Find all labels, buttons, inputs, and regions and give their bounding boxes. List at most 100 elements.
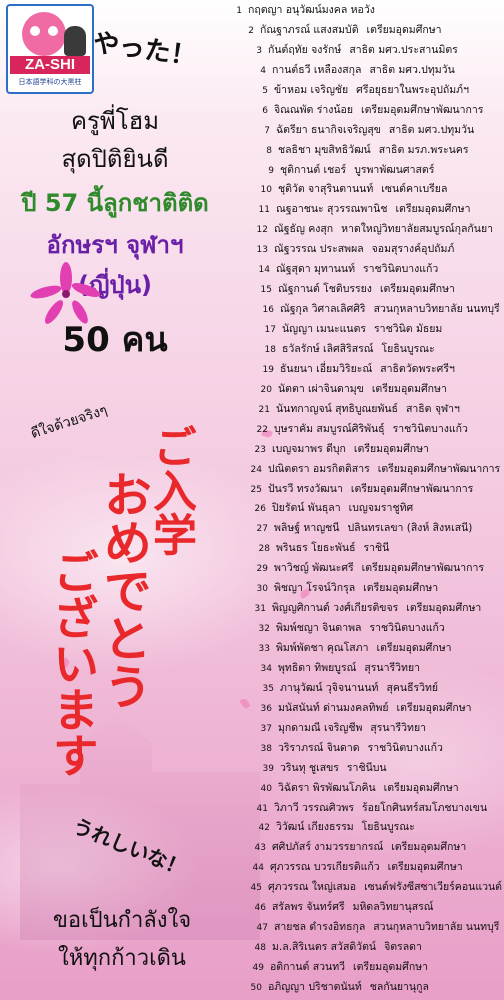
- student-name: มุกดามณี เจริญชีพ: [278, 721, 363, 734]
- row-number: 30: [256, 584, 268, 595]
- student-school: เตรียมอุดมศึกษาพัฒนาการ: [350, 482, 474, 495]
- student-school: สวนกุหลาบวิทยาลัย นนทบุรี: [373, 303, 500, 316]
- row-number: 15: [260, 285, 272, 296]
- row-number: 25: [250, 484, 262, 495]
- student-name: นัญญา เมนะแนตร: [282, 323, 367, 335]
- row-number: 32: [258, 624, 270, 635]
- list-item: 38 วริราภรณ์ จินดาด ราชวินิตบางแก้ว: [222, 739, 504, 759]
- row-number: 16: [262, 305, 274, 316]
- list-item: 4 กานต์ธวี เหลืองสกุล สาธิต มศว.ปทุมวัน: [222, 61, 504, 81]
- student-school: ราชวินิตบางแก้ว: [392, 422, 468, 435]
- list-item: 37 มุกดามณี เจริญชีพ สุรนารีวิทยา: [222, 719, 504, 739]
- student-name: ณัฐวรรณ ประสพผล: [274, 243, 364, 256]
- student-school: สาธิต มศว.ประสานมิตร: [349, 43, 458, 56]
- row-number: 43: [254, 843, 266, 854]
- list-item: 42 วิวัฒน์ เกียงธรรม โยธินบูรณะ: [222, 818, 504, 838]
- student-school: จิตรลดา: [384, 941, 422, 954]
- student-name: วิวัฒน์ เกียงธรรม: [276, 821, 354, 834]
- headline-line-1: ครูพี่โฮม: [70, 107, 160, 135]
- list-item: 24 ปณิตตรา อมรกิตติสาร เตรียมอุดมศึกษาพัฒน…: [222, 460, 504, 480]
- student-school: สุรนารีวิทยา: [364, 661, 420, 674]
- student-name: วิฉัตรา พิรพัฒนโภคิน: [278, 781, 376, 794]
- list-item: 26 ปิยรัตน์ พันธุลา เบญจมราชูทิศ: [222, 499, 504, 519]
- student-school: บูรพาพัฒนศาสตร์: [354, 163, 435, 176]
- zashi-logo: ZA-SHI 日本語学科の大黒柱: [6, 4, 94, 94]
- student-name: ชลธิชา มุขสิทธิวัฒน์: [278, 143, 371, 156]
- student-school: เตรียมอุดมศึกษาพัฒนาการ: [377, 462, 501, 475]
- list-item: 3 กันต์ฤทัย จงรักษ์ สาธิต มศว.ประสานมิตร: [222, 41, 504, 61]
- student-name: ณัฐสุดา มุทานนท์: [276, 263, 356, 276]
- student-school: เซนต์ฟรังซีสซาเวียร์คอนแวนต์: [364, 881, 502, 894]
- list-item: 30 พิชญา โรจน์วิกรุล เตรียมอุดมศึกษา: [222, 579, 504, 599]
- list-item: 6 จิณณพัต ร่างน้อย เตรียมอุดมศึกษาพัฒนาการ: [222, 101, 504, 121]
- student-school: เตรียมอุดมศึกษา: [371, 382, 447, 395]
- student-name: ชุติวัต จาสุรินตานนท์: [278, 183, 374, 196]
- student-school: สวนกุหลาบวิทยาลัย นนทบุรี: [373, 921, 500, 934]
- student-school: โยธินบูรณะ: [361, 821, 415, 834]
- student-school: เตรียมอุดมศึกษา: [396, 701, 472, 714]
- row-number: 45: [250, 883, 262, 894]
- row-number: 37: [260, 723, 272, 734]
- list-item: 21 นันทกาญจน์ สุทธิบูณยพันธ์ สาธิต จุฬาฯ: [222, 400, 504, 420]
- student-school: ชลกันยานุกูล: [369, 980, 429, 993]
- cat-face-icon: [22, 12, 66, 56]
- student-name: ศุภวรรณ ใหญ่เสมอ: [268, 881, 357, 894]
- headline-line-3: ปี 57 นี้ลูกชาติติด: [21, 189, 209, 217]
- student-name: ธันยนา เอี่ยมวิริยะณ์: [280, 362, 373, 375]
- student-name: นันทกาญจน์ สุทธิบูณยพันธ์: [276, 402, 398, 415]
- student-name: นัตตา เผ่าจินดามุข: [278, 382, 364, 395]
- student-school: ราชวินิตบางแก้ว: [367, 741, 443, 754]
- list-item: 17 นัญญา เมนะแนตร ราชวินิต มัธยม: [222, 320, 504, 340]
- row-number: 38: [260, 743, 272, 754]
- list-item: 8 ชลธิชา มุขสิทธิวัฒน์ สาธิต มรภ.พระนคร: [222, 141, 504, 161]
- row-number: 34: [260, 663, 272, 674]
- row-number: 8: [266, 145, 272, 156]
- student-count: 50 คน: [62, 320, 168, 360]
- row-number: 24: [250, 464, 262, 475]
- student-name: สรัลพร จันทร์ศรี: [272, 901, 345, 914]
- list-item: 39 วรินทุ ชูเสขร ราชินีบน: [222, 759, 504, 779]
- student-name: มนัสนันท์ ด่านมงคลทิพย์: [278, 701, 389, 714]
- student-school: เตรียมอุดมศึกษา: [366, 23, 442, 36]
- student-name: ศศิปภัสร์ งามวรรยากรณ์: [272, 841, 384, 854]
- student-school: สาธิต มศว.ปทุมวัน: [369, 63, 455, 76]
- student-school: เตรียมอุดมศึกษา: [379, 283, 455, 296]
- list-item: 2 กัณฐาภรณ์ แสงสมบัติ เตรียมอุดมศึกษา: [222, 21, 504, 41]
- list-item: 31 พิญญศิกานต์ วงศ์เกียรติขจร เตรียมอุดมศึ…: [222, 599, 504, 619]
- student-name: ณัฐธัญ คงสุก: [274, 223, 334, 236]
- list-item: 1 กฤตญา อนุวัฒน์มงคล หอวัง: [222, 1, 504, 21]
- student-name: กันต์ฤทัย จงรักษ์: [268, 43, 342, 56]
- list-item: 50 อภิญญา ปริชาตนันท์ ชลกันยานุกูล: [222, 978, 504, 998]
- student-name: ปณิตตรา อมรกิตติสาร: [268, 462, 370, 475]
- student-school: โยธินบูรณะ: [381, 342, 435, 355]
- student-name: อติกานต์ สวนทวี: [270, 961, 346, 973]
- student-name: พิมพ์พัตชา คุณโสภา: [276, 642, 369, 654]
- list-item: 34 พุทธิดา ทิพยบูรณ์ สุรนารีวิทยา: [222, 659, 504, 679]
- list-item: 23 เบญจมาพร ดีบุก เตรียมอุดมศึกษา: [222, 440, 504, 460]
- logo-subtitle: 日本語学科の大黒柱: [18, 78, 82, 86]
- student-school: ปลินทรเลขา (สิงห์ สิงหเสนี): [347, 522, 473, 535]
- list-item: 48 ม.ล.สิริเนตร สวัสดิวัตน์ จิตรลดา: [222, 938, 504, 958]
- student-school: เตรียมอุดมศึกษา: [406, 602, 482, 615]
- student-name: พิญญศิกานต์ วงศ์เกียรติขจร: [272, 602, 399, 615]
- list-item: 5 ข้าหอม เจริญชัย ศรีอยุธยาในพระอุปถัมภ์ฯ: [222, 81, 504, 101]
- list-item: 46 สรัลพร จันทร์ศรี มหิดลวิทยานุสรณ์: [222, 898, 504, 918]
- list-item: 32 พิมพ์ชญา จินดาพล ราชวินิตบางแก้ว: [222, 619, 504, 639]
- cheer-line-1: ขอเป็นกำลังใจ: [52, 908, 192, 933]
- row-number: 13: [256, 245, 268, 256]
- list-item: 27 พลิษฐ์ หาญชนี ปลินทรเลขา (สิงห์ สิงหเสน…: [222, 519, 504, 539]
- row-number: 10: [260, 185, 272, 196]
- row-number: 50: [250, 982, 262, 993]
- list-item: 12 ณัฐธัญ คงสุก หาดใหญ่วิทยาลัยสมบูรณ์กุลก…: [222, 220, 504, 240]
- row-number: 27: [256, 524, 268, 535]
- student-school: สาธิต มศว.ปทุมวัน: [388, 123, 475, 136]
- list-item: 40 วิฉัตรา พิรพัฒนโภคิน เตรียมอุดมศึกษา: [222, 779, 504, 799]
- student-name-list: 1 กฤตญา อนุวัฒน์มงคล หอวัง 2 กัณฐาภรณ์ แสงส…: [222, 1, 504, 998]
- row-number: 12: [256, 225, 268, 236]
- student-name: บุษราคัม สมบูรณ์ศิริพันธุ์: [274, 422, 385, 435]
- list-item: 16 ณัฐกุล วิศาลเลิศศิริ สวนกุหลาบวิทยาลัย …: [222, 300, 504, 320]
- row-number: 39: [262, 763, 274, 774]
- student-school: เตรียมอุดมศึกษา: [387, 861, 463, 874]
- student-name: กัณฐาภรณ์ แสงสมบัติ: [260, 23, 359, 36]
- list-item: 18 ธวัลรักษ์ เลิศสิริสรณ์ โยธินบูรณะ: [222, 340, 504, 360]
